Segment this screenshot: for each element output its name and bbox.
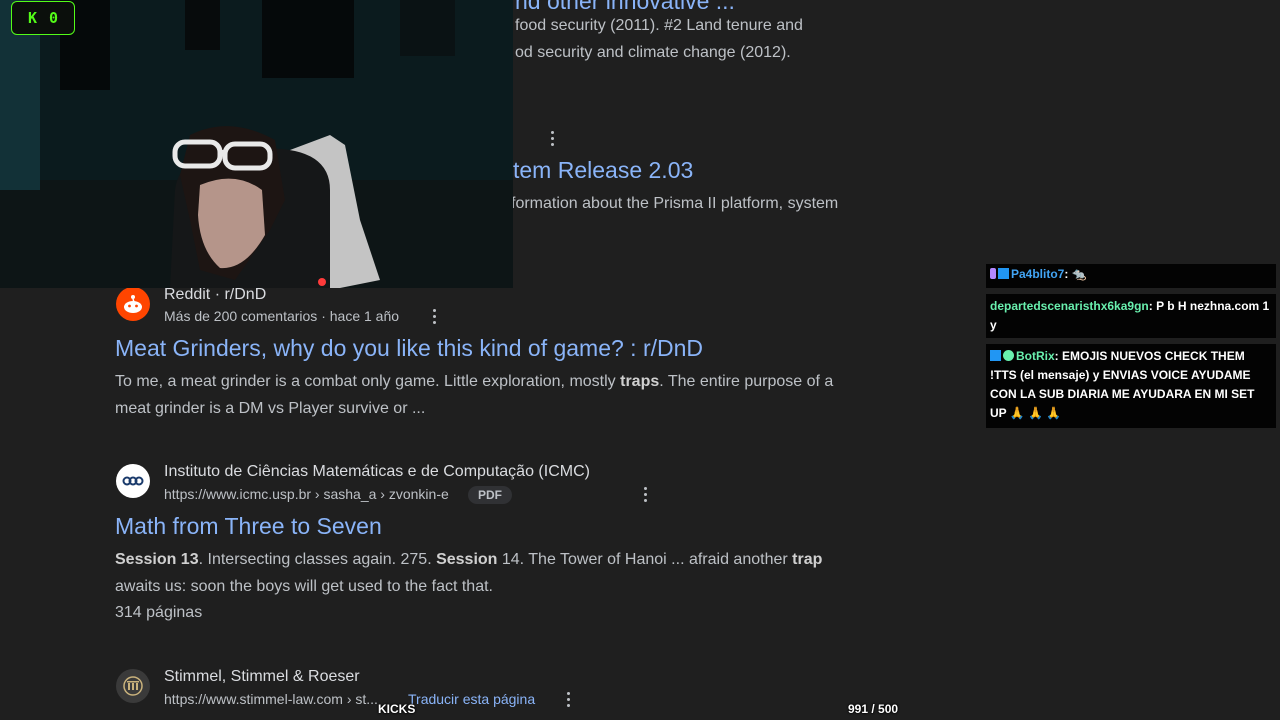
result-site-name: Instituto de Ciências Matemáticas e de C… — [164, 463, 590, 480]
result-title-icmc[interactable]: Math from Three to Seven — [115, 513, 382, 540]
kick-logo-icon: K — [27, 9, 37, 27]
more-options-icon[interactable] — [431, 309, 437, 324]
result-snippet-icmc: Session 13. Intersecting classes again. … — [115, 547, 822, 627]
snippet-line: od security and climate change (2012). — [515, 43, 791, 61]
arrow-badge-icon — [998, 268, 1009, 279]
icmc-favicon-icon — [116, 464, 150, 498]
result-url[interactable]: https://www.icmc.usp.br › sasha_a › zvon… — [164, 486, 449, 502]
more-options-icon[interactable] — [549, 131, 555, 146]
pdf-badge: PDF — [468, 486, 512, 504]
goal-progress: 991 / 500 — [848, 702, 899, 716]
result-site-name: Stimmel, Stimmel & Roeser — [164, 668, 360, 685]
reddit-alien-icon — [124, 295, 142, 313]
result-snippet-reddit: To me, a meat grinder is a combat only g… — [115, 369, 833, 422]
kicks-label: KICKS — [378, 702, 416, 716]
arrow-badge-icon — [990, 350, 1001, 361]
result-url[interactable]: https://www.stimmel-law.com › st... — [164, 691, 378, 707]
microphone-badge-icon — [990, 268, 996, 279]
snippet-text: To me, a meat grinder is a combat only g… — [115, 373, 621, 390]
kick-counter: K 0 — [11, 1, 75, 35]
result-snippet-prisma: formation about the Prisma II platform, … — [511, 195, 839, 212]
snippet-highlight: Session 13 — [115, 551, 199, 568]
chat-username[interactable]: Pa4blito7 — [1011, 267, 1064, 281]
snippet-highlight: Session — [436, 551, 498, 568]
building-columns-icon — [123, 676, 143, 696]
result-meta: Más de 200 comentarios · hace 1 año — [164, 308, 400, 324]
snippet-highlight: traps — [620, 373, 660, 390]
chat-text: : 🐀 — [1064, 267, 1087, 281]
icmc-logo-icon — [122, 476, 144, 486]
more-options-icon[interactable] — [642, 487, 648, 502]
page-count: 314 páginas — [115, 604, 203, 621]
result-title-reddit[interactable]: Meat Grinders, why do you like this kind… — [115, 335, 703, 362]
translate-page-link[interactable]: Traducir esta página — [408, 691, 535, 707]
kick-count: 0 — [49, 9, 59, 27]
result-title-prisma[interactable]: tem Release 2.03 — [513, 157, 693, 184]
chat-message: departedscenaristhx6ka9gn: P b H nezhna.… — [986, 294, 1276, 338]
stimmel-favicon-icon — [116, 669, 150, 703]
verified-badge-icon — [1003, 350, 1014, 361]
webcam-feed — [0, 0, 513, 288]
snippet-text: 14. The Tower of Hanoi ... afraid anothe… — [497, 551, 793, 568]
webcam-scene — [0, 0, 513, 288]
snippet-text: . Intersecting classes again. 275. — [198, 551, 437, 568]
snippet-highlight: trap — [792, 551, 823, 568]
chat-username[interactable]: BotRix — [1016, 349, 1055, 363]
snippet-line: food security (2011). #2 Land tenure and — [515, 17, 803, 34]
snippet-line: awaits us: soon the boys will get used t… — [115, 577, 493, 595]
snippet-line: meat grinder is a DM vs Player survive o… — [115, 399, 426, 417]
reddit-favicon-icon — [116, 287, 150, 321]
more-options-icon[interactable] — [565, 692, 571, 707]
chat-message: BotRix: EMOJIS NUEVOS CHECK THEM !TTS (e… — [986, 344, 1276, 428]
snippet-text: . The entire purpose of a — [659, 373, 834, 390]
result-snippet-top: food security (2011). #2 Land tenure and… — [515, 13, 803, 66]
result-site-name: Reddit · r/DnD — [164, 286, 267, 303]
chat-message: Pa4blito7: 🐀 — [986, 264, 1276, 288]
chat-username[interactable]: departedscenaristhx6ka9gn — [990, 299, 1149, 313]
